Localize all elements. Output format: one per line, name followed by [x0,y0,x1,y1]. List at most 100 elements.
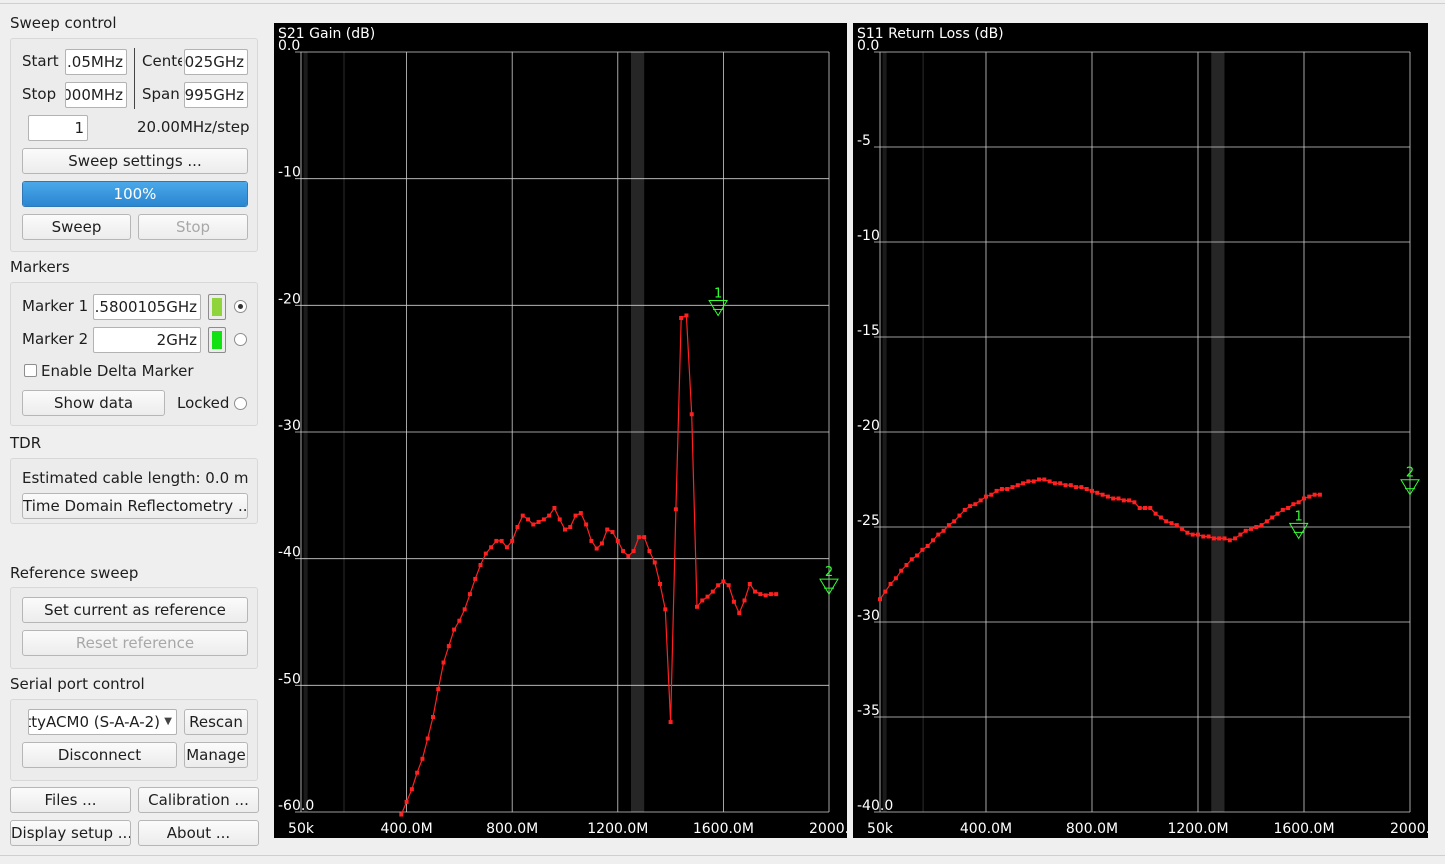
marker-triangle-icon [708,299,729,317]
data-point [473,576,478,581]
data-point [768,592,773,597]
chart-svg: S21 Gain (dB)0.0-10-20-30-40-50-60.050k 4… [278,26,847,837]
marker2-color-swatch[interactable] [208,327,226,353]
y-tick-label: -25 [857,513,880,529]
sweep-settings-button[interactable]: Sweep settings ... [22,148,248,174]
x-tick-label: 1200.0M [1167,821,1228,837]
data-point [753,589,758,594]
data-point [1010,485,1015,490]
data-point [547,513,552,518]
y-tick-label: -30 [278,418,301,434]
data-point [1259,523,1264,528]
sweep-progress-text: 100% [113,185,157,203]
delta-marker-checkbox[interactable] [24,364,37,377]
sweep-button[interactable]: Sweep [22,214,131,240]
data-point [737,611,742,616]
data-point [552,506,557,510]
marker-label: 2 [1406,466,1414,481]
calibration-button[interactable]: Calibration ... [138,787,259,813]
disconnect-button[interactable]: Disconnect [22,742,177,768]
y-tick-label: -60.0 [278,798,314,814]
data-point [1095,490,1100,495]
marker1-frequency-input[interactable]: 1.5800105GHz [93,294,201,320]
data-point [578,511,583,516]
marker-label: 2 [825,565,833,580]
manage-button[interactable]: Manage [184,742,248,768]
s11-return-loss-chart[interactable]: S11 Return Loss (dB) 0.0 -5 -10 -15 -20 -25 -30… [853,23,1428,838]
chevron-down-icon: ▼ [164,716,172,727]
locked-radio[interactable] [234,397,247,410]
data-point [705,594,710,599]
data-point [520,513,525,518]
s21-gain-chart[interactable]: S21 Gain (dB) 0.0 -10 -20 -30 -40 -50 -60.0 50k 4… [274,23,847,838]
marker1-select-radio[interactable] [234,300,247,313]
y-tick-label: -10 [857,228,880,244]
marker1-label: Marker 1 [22,297,89,315]
y-tick-label: -15 [857,323,880,339]
marker2-frequency-input[interactable]: 2GHz [93,327,201,353]
markers-group: Marker 1 1.5800105GHz Marker 2 2GHz Enab… [10,282,258,426]
x-tick-label: 50k [288,821,315,837]
data-point [457,618,462,623]
reset-reference-button[interactable]: Reset reference [22,630,248,656]
data-point [1317,492,1322,497]
data-point [589,538,594,543]
data-point [504,545,509,550]
data-point [494,538,499,543]
center-frequency-input[interactable]: 1.0025GHz [184,49,248,75]
data-point [920,547,925,552]
data-point [489,545,494,550]
set-reference-button[interactable]: Set current as reference [22,597,248,623]
stop-sweep-button[interactable]: Stop [138,214,248,240]
show-data-button[interactable]: Show data [22,390,165,416]
data-point [1158,515,1163,520]
about-button[interactable]: About ... [138,820,259,846]
rescan-button[interactable]: Rescan [184,709,248,735]
data-point [1031,479,1036,484]
data-point [652,560,657,565]
stop-frequency-input[interactable]: 2000MHz [65,82,127,108]
delta-marker-label: Enable Delta Marker [41,362,194,380]
data-point [1174,523,1179,528]
data-point [594,546,599,551]
data-point [1296,500,1301,505]
data-point [1148,506,1153,510]
segments-input[interactable]: 1 [28,115,88,141]
data-point [1169,521,1174,526]
data-point [1021,481,1026,486]
x-tick-label: 1600.0M [693,821,754,837]
marker2-select-radio[interactable] [234,333,247,346]
x-tick-label: 800.0M [486,821,538,837]
data-point [658,582,663,586]
data-point [878,597,882,602]
sweep-progress-bar: 100% [22,181,248,207]
marker1-color-swatch[interactable] [208,294,226,320]
data-point [1127,498,1132,503]
data-point [957,513,962,518]
tdr-button[interactable]: Time Domain Reflectometry ... [22,493,248,519]
data-point [1116,496,1121,501]
data-point [989,492,994,497]
start-frequency-input[interactable]: 0.05MHz [65,49,127,75]
data-point [904,563,909,567]
marker-1: 1 [708,286,729,317]
data-point [636,535,641,540]
x-tick-label: 1600.0M [1273,821,1334,837]
reference-sweep-group: Set current as reference Reset reference [10,587,258,669]
data-point [526,517,531,522]
data-point [1195,532,1200,537]
serial-port-select[interactable]: /dev/ttyACM0 (S-A-A-2)▼ [28,709,177,735]
chart-svg: S11 Return Loss (dB)0.0-5-10-15-20-25-30… [857,26,1428,837]
y-tick-label: -30 [857,608,880,624]
data-point [626,554,631,559]
display-setup-button[interactable]: Display setup ... [10,820,131,846]
files-button[interactable]: Files ... [10,787,131,813]
data-point [1280,507,1285,512]
bottom-divider [0,855,1445,856]
data-point [1254,525,1259,529]
data-point [899,568,904,573]
span-frequency-input[interactable]: 1.995GHz [184,82,248,108]
data-point [1211,536,1216,541]
data-point [915,553,920,558]
data-point [726,583,731,588]
